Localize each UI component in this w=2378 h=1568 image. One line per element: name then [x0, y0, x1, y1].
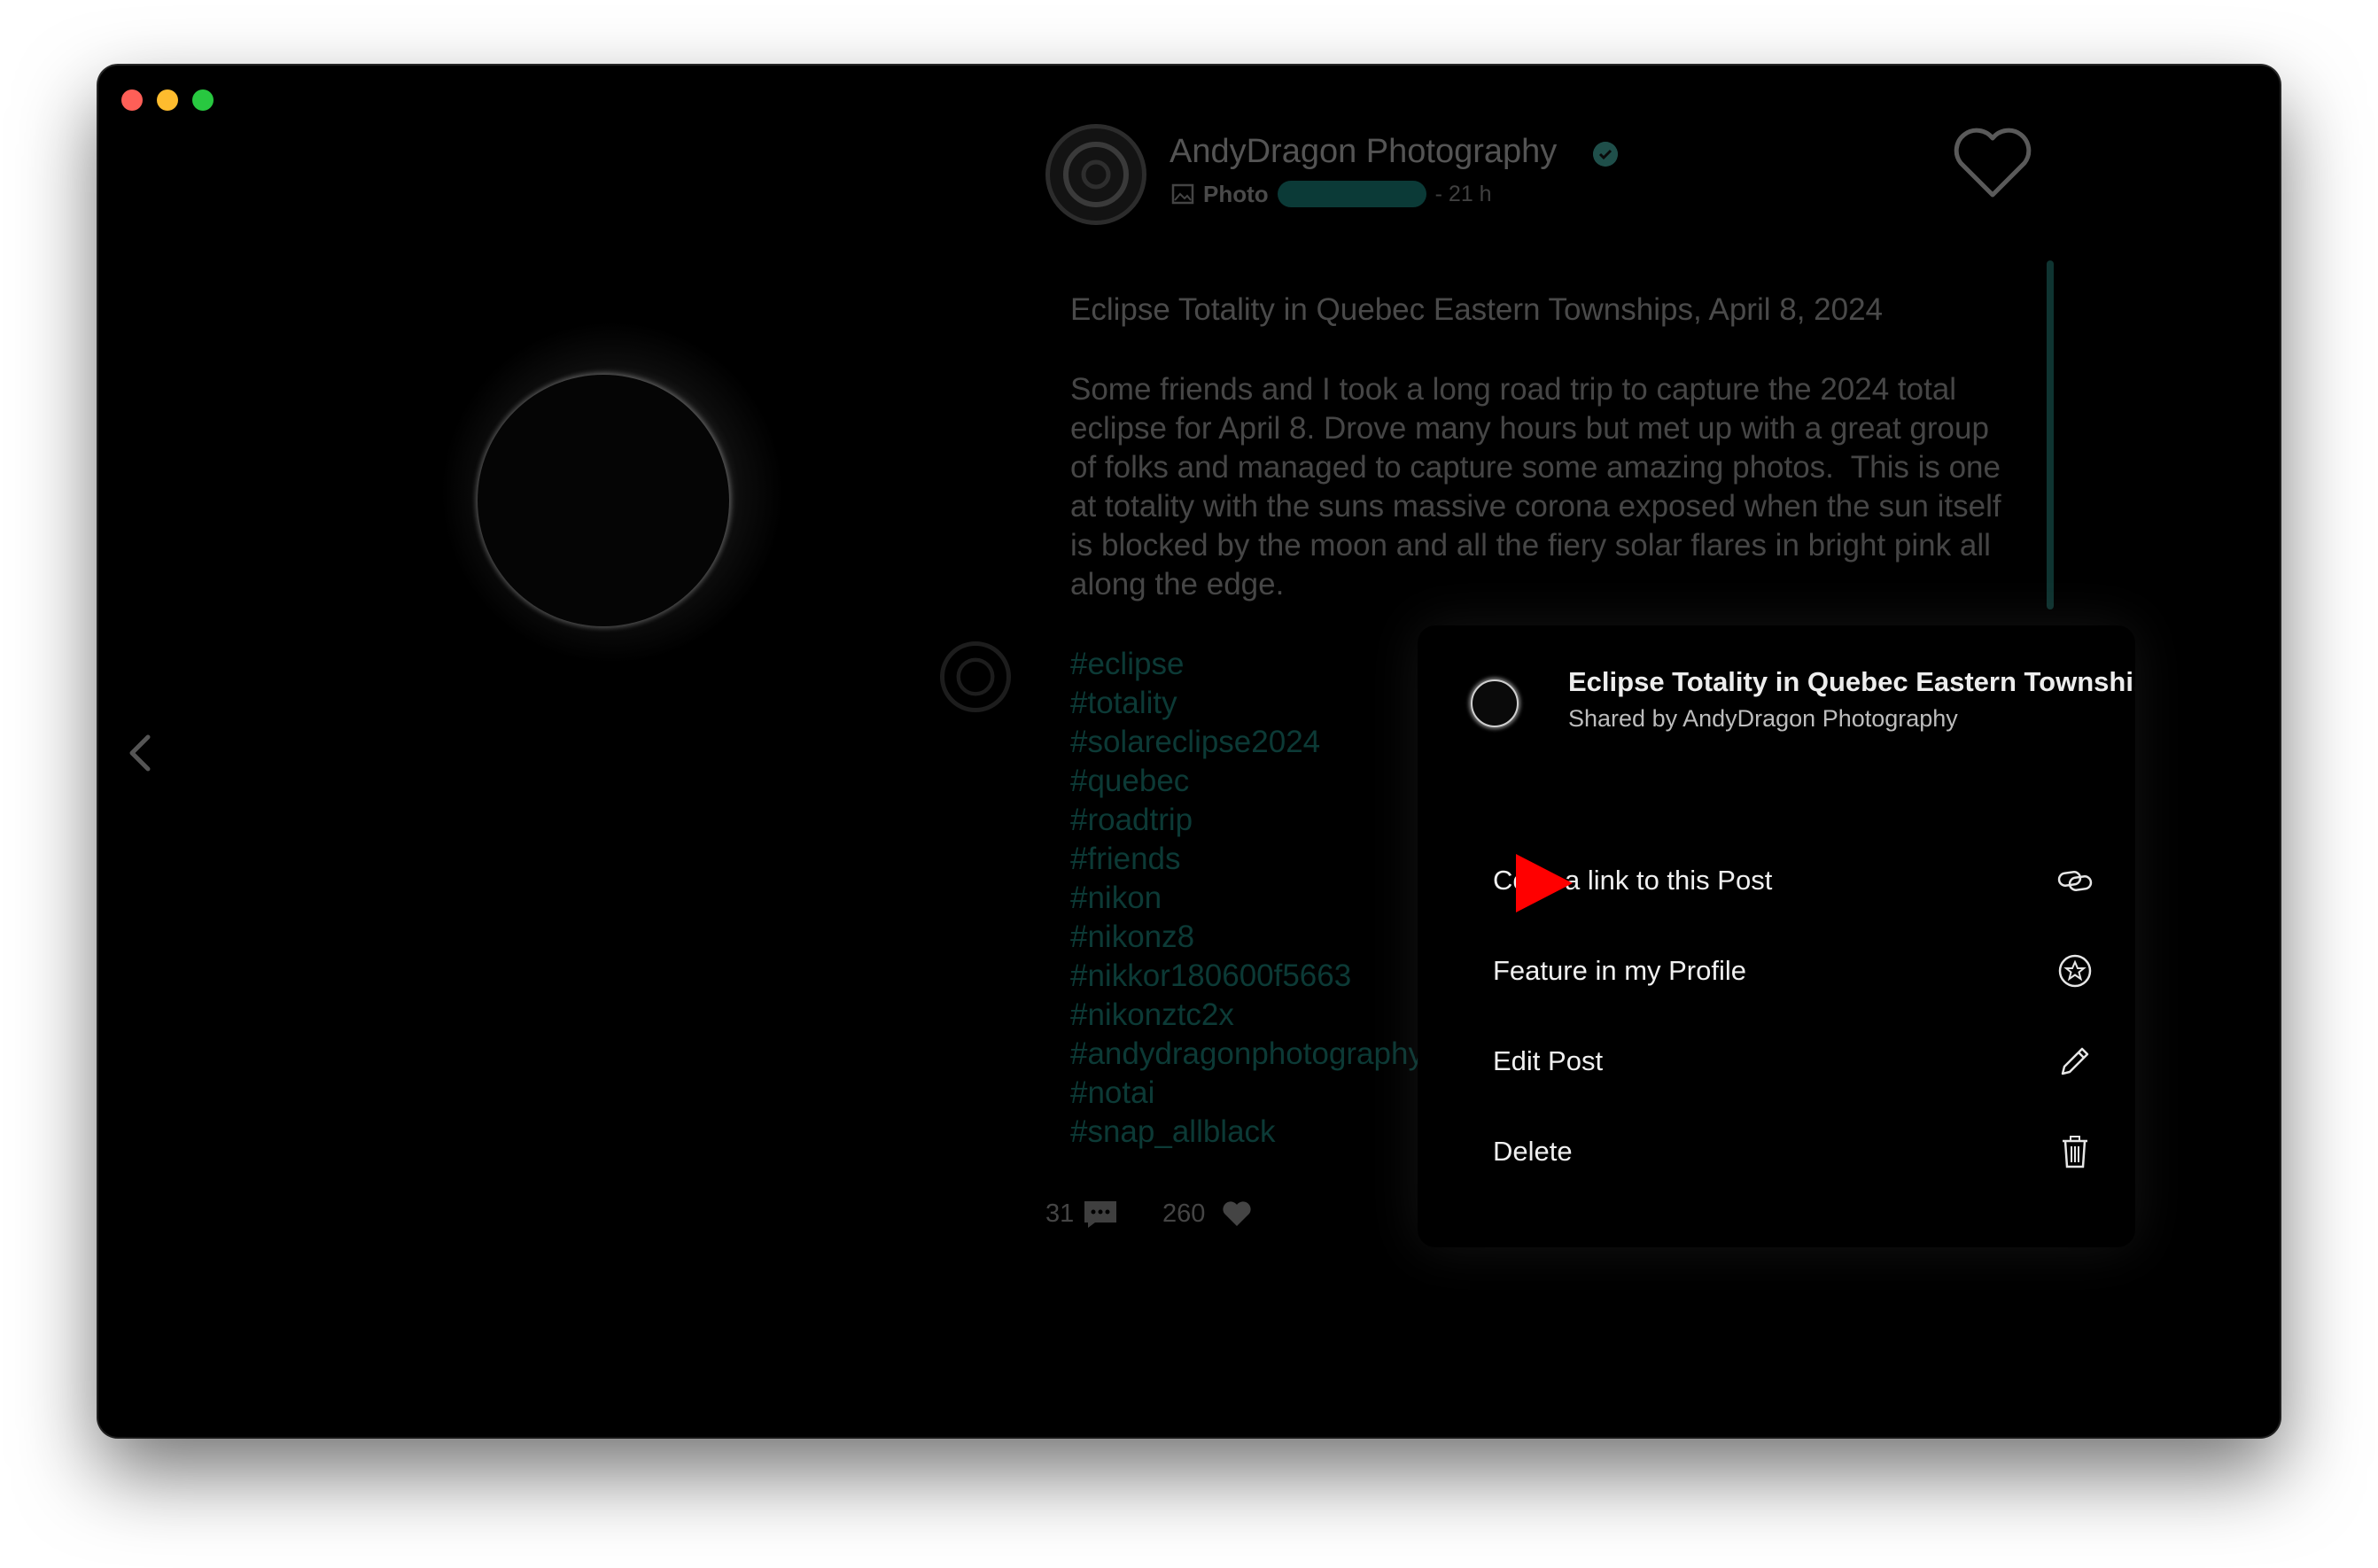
photo-icon: [1171, 183, 1194, 205]
post-time: - 21 h: [1434, 181, 1492, 206]
photo-viewer: [98, 66, 1117, 1437]
post-thumbnail: [1471, 679, 1519, 727]
red-arrow-icon: [1516, 854, 1573, 912]
menu-item-feature-profile[interactable]: Feature in my Profile: [1418, 932, 2135, 1012]
likes-count: 260: [1162, 1199, 1206, 1228]
aperture-logo-icon: [1063, 142, 1129, 207]
pencil-icon: [2061, 1047, 2089, 1075]
menu-item-delete[interactable]: Delete: [1418, 1113, 2135, 1192]
post-type-label: Photo: [1203, 180, 1269, 207]
menu-post-subtitle: Shared by AndyDragon Photography: [1568, 705, 1958, 732]
chevron-left-icon[interactable]: [123, 732, 159, 774]
author-avatar[interactable]: [1045, 124, 1146, 225]
post-scrollbar[interactable]: [2047, 260, 2054, 609]
watermark-logo-icon: [940, 641, 1011, 712]
link-icon: [2057, 871, 2093, 891]
heart-outline-icon[interactable]: [1952, 126, 2033, 200]
comment-bubble-icon[interactable]: [1083, 1199, 1118, 1230]
post-meta: Photo - 21 h: [1171, 181, 1492, 207]
author-name[interactable]: AndyDragon Photography: [1170, 133, 1557, 171]
comments-count: 31: [1045, 1199, 1075, 1228]
menu-item-label: Delete: [1493, 1136, 1573, 1167]
post-context-menu: Eclipse Totality in Quebec Eastern Towns…: [1418, 625, 2135, 1247]
post-title: Eclipse Totality in Quebec Eastern Towns…: [1070, 292, 1884, 327]
heart-filled-icon[interactable]: [1221, 1199, 1253, 1228]
menu-post-title: Eclipse Totality in Quebec Eastern Towns…: [1568, 666, 2135, 697]
post-body: Some friends and I took a long road trip…: [1070, 372, 2010, 602]
star-badge-icon: [2058, 954, 2092, 988]
verified-badge-icon: [1593, 142, 1618, 167]
user-badges: [1277, 181, 1426, 207]
menu-item-edit-post[interactable]: Edit Post: [1418, 1022, 2135, 1102]
trash-icon: [2063, 1136, 2087, 1168]
menu-item-label: Feature in my Profile: [1493, 955, 1746, 986]
eclipse-photo: [478, 375, 729, 626]
menu-item-label: Edit Post: [1493, 1045, 1604, 1076]
